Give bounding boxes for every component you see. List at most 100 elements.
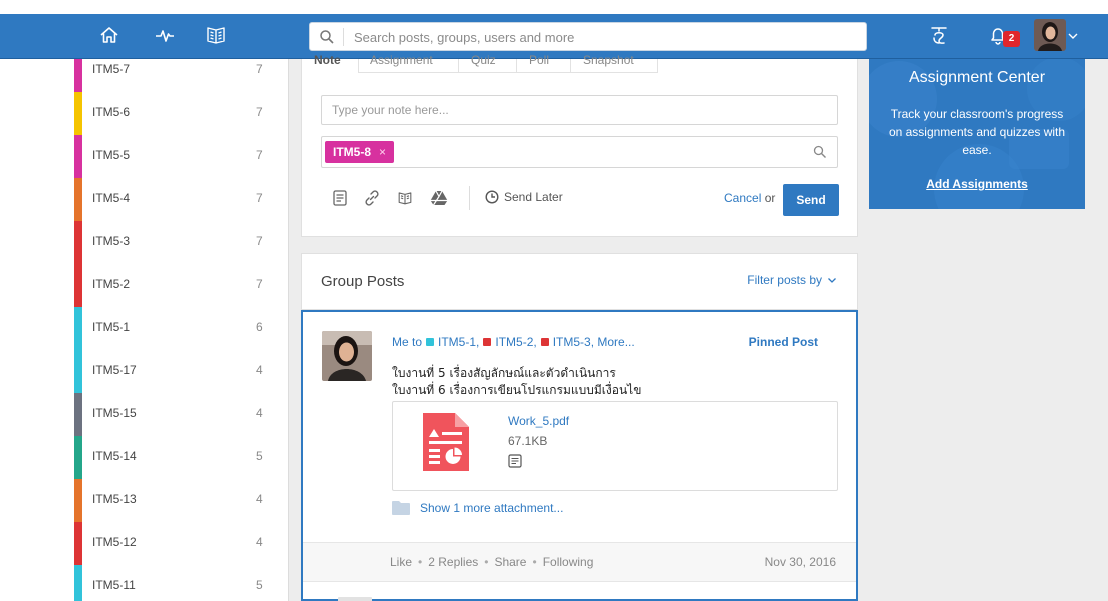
assignment-center-title: Assignment Center	[908, 69, 1046, 86]
group-color-bar	[74, 92, 82, 135]
recipient-chip-label: ITM5-8	[333, 145, 372, 159]
or-text: or	[764, 191, 776, 205]
sidebar-item-itm5-12[interactable]: ITM5-12 4	[0, 522, 288, 565]
home-icon[interactable]	[96, 22, 122, 48]
google-drive-icon[interactable]	[430, 189, 448, 207]
group-count: 4	[256, 535, 263, 549]
pinned-post-card: Me to ITM5-1, ITM5-2, ITM5-3, More... Pi…	[301, 310, 858, 601]
like-link[interactable]: Like	[390, 555, 412, 569]
sidebar-item-itm5-13[interactable]: ITM5-13 4	[0, 479, 288, 522]
top-nav-bar: 2	[0, 14, 1108, 59]
toolbar-divider	[469, 186, 470, 210]
group-name: ITM5-17	[92, 363, 137, 377]
tab-divider	[570, 59, 571, 73]
cancel-link[interactable]: Cancel	[724, 191, 761, 205]
recipient-link[interactable]: ITM5-3, More...	[553, 335, 635, 349]
assignment-center-panel: Assignment Center Track your classroom's…	[869, 59, 1085, 209]
group-color-bar	[74, 178, 82, 221]
recipient-link[interactable]: ITM5-2,	[495, 335, 536, 349]
library-icon[interactable]	[396, 189, 414, 207]
tab-divider	[358, 59, 359, 73]
sidebar-item-itm5-3[interactable]: ITM5-3 7	[0, 221, 288, 264]
group-color-bar	[74, 479, 82, 522]
sidebar-item-itm5-4[interactable]: ITM5-4 7	[0, 178, 288, 221]
send-later-button[interactable]: Send Later	[485, 190, 563, 204]
sidebar-item-itm5-7[interactable]: ITM5-7 7	[0, 59, 288, 92]
note-icon[interactable]	[508, 454, 522, 468]
composer-tabs: Note Assignment Quiz Poll Snapshot	[302, 53, 857, 73]
folder-icon	[392, 501, 410, 515]
tab-poll[interactable]: Poll	[529, 53, 549, 73]
tab-assignment[interactable]: Assignment	[370, 53, 433, 73]
group-count: 4	[256, 363, 263, 377]
filter-posts-dropdown[interactable]: Filter posts by	[747, 273, 837, 287]
group-posts-header: Group Posts Filter posts by	[301, 253, 858, 310]
activity-icon[interactable]	[152, 22, 178, 48]
group-count: 5	[256, 449, 263, 463]
recipient-chip: ITM5-8 ×	[325, 141, 395, 163]
search-input[interactable]	[354, 27, 854, 47]
group-sidebar: ITM5-7 7 ITM5-6 7 ITM5-5 7 ITM5-4 7 ITM5-3 7 …	[0, 59, 289, 601]
sidebar-item-itm5-5[interactable]: ITM5-5 7	[0, 135, 288, 178]
search-divider	[343, 28, 344, 46]
tab-quiz[interactable]: Quiz	[471, 53, 496, 73]
group-name: ITM5-6	[92, 105, 131, 119]
clock-icon	[485, 190, 499, 204]
attachment-card[interactable]: Work_5.pdf 67.1KB	[392, 401, 838, 491]
tab-snapshot[interactable]: Snapshot	[583, 53, 634, 73]
show-more-attachments[interactable]: Show 1 more attachment...	[392, 501, 563, 515]
user-avatar[interactable]	[1034, 19, 1066, 51]
post-actions: Like • 2 Replies • Share • Following	[390, 555, 594, 569]
search-bar[interactable]	[309, 22, 867, 51]
group-count: 7	[256, 148, 263, 162]
apps-icon[interactable]	[926, 22, 952, 48]
group-color-bar	[74, 307, 82, 350]
post-from[interactable]: Me to	[392, 335, 422, 349]
chevron-down-icon[interactable]	[1065, 23, 1081, 49]
group-count: 7	[256, 191, 263, 205]
pinned-post-label[interactable]: Pinned Post	[749, 335, 818, 349]
tab-note[interactable]: Note	[314, 53, 341, 73]
group-name: ITM5-1	[92, 320, 131, 334]
replies-link[interactable]: 2 Replies	[428, 555, 478, 569]
sidebar-item-itm5-1[interactable]: ITM5-1 6	[0, 307, 288, 350]
group-name: ITM5-14	[92, 449, 137, 463]
group-count: 5	[256, 578, 263, 592]
group-color-bar	[74, 436, 82, 479]
sidebar-item-itm5-11[interactable]: ITM5-11 5	[0, 565, 288, 601]
share-link[interactable]: Share	[494, 555, 526, 569]
add-assignments-link[interactable]: Add Assignments	[869, 177, 1085, 191]
group-count: 7	[256, 105, 263, 119]
group-name: ITM5-7	[92, 62, 131, 76]
sidebar-item-itm5-2[interactable]: ITM5-2 7	[0, 264, 288, 307]
note-attach-icon[interactable]	[331, 189, 349, 207]
page-title: Group Posts	[321, 273, 405, 290]
post-footer: Like • 2 Replies • Share • Following Nov 30…	[303, 542, 856, 582]
post-author-avatar[interactable]	[322, 331, 372, 381]
group-color-bar	[74, 264, 82, 307]
recipient-link[interactable]: ITM5-1,	[438, 335, 479, 349]
sidebar-item-itm5-17[interactable]: ITM5-17 4	[0, 350, 288, 393]
link-icon[interactable]	[363, 189, 381, 207]
post-date: Nov 30, 2016	[764, 555, 836, 569]
note-input[interactable]: Type your note here...	[321, 95, 838, 125]
group-color-bar	[74, 565, 82, 601]
sidebar-item-itm5-6[interactable]: ITM5-6 7	[0, 92, 288, 135]
remove-recipient-button[interactable]: ×	[379, 145, 386, 159]
following-link[interactable]: Following	[543, 555, 594, 569]
group-color-bar	[74, 221, 82, 264]
group-color-bar	[74, 393, 82, 436]
attachment-file-name[interactable]: Work_5.pdf	[508, 414, 569, 428]
recipient-field[interactable]: ITM5-8 ×	[321, 136, 838, 168]
sidebar-item-itm5-14[interactable]: ITM5-14 5	[0, 436, 288, 479]
group-count: 6	[256, 320, 263, 334]
notification-badge: 2	[1003, 31, 1020, 47]
top-strip	[0, 0, 1108, 14]
group-color-bar	[74, 59, 82, 92]
group-name: ITM5-13	[92, 492, 137, 506]
send-button[interactable]: Send	[783, 184, 839, 216]
post-body-line: ใบงานที่ 5 เรื่องสัญลักษณ์และตัวดำเนินกา…	[392, 366, 616, 380]
post-body-line: ใบงานที่ 6 เรื่องการเขียนโปรแกรมแบบมีเงื…	[392, 383, 642, 397]
sidebar-item-itm5-15[interactable]: ITM5-15 4	[0, 393, 288, 436]
library-icon[interactable]	[203, 22, 229, 48]
